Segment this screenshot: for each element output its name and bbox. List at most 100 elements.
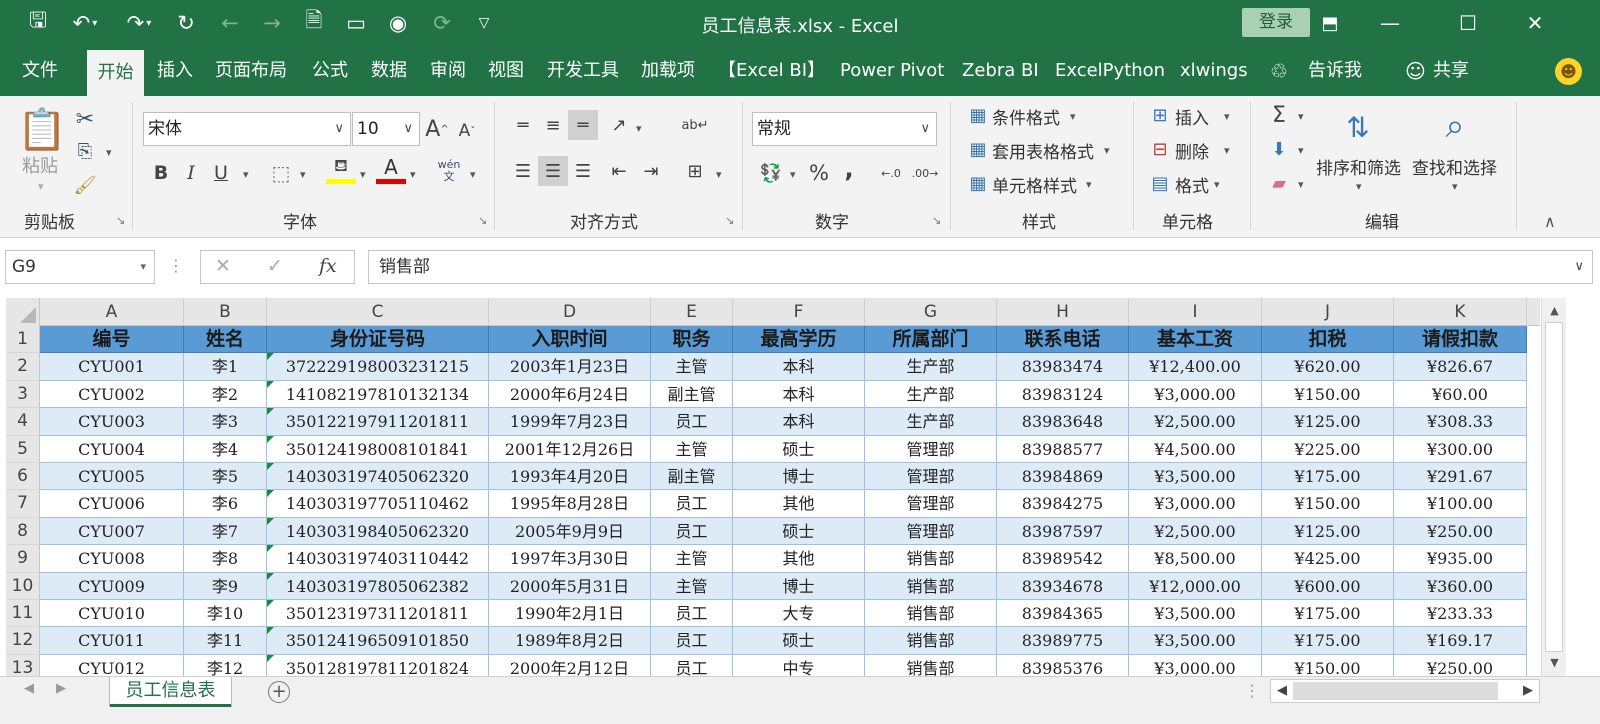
table-cell[interactable]: 李2 [184, 380, 267, 409]
copy-icon[interactable]: ⎘ [70, 136, 100, 166]
table-cell[interactable]: 本科 [733, 408, 865, 436]
select-all-button[interactable] [6, 298, 40, 326]
sort-filter-button[interactable]: 排序和筛选 [1316, 154, 1401, 179]
expand-formula-icon[interactable]: ∨ [1574, 251, 1584, 283]
tab-home[interactable]: 开始 [87, 50, 144, 96]
clear-dropdown-icon[interactable]: ▾ [1298, 178, 1304, 191]
table-cell[interactable]: ¥125.00 [1262, 408, 1394, 436]
table-cell[interactable]: 销售部 [865, 600, 997, 628]
clipboard-launcher-icon[interactable]: ↘ [116, 214, 125, 227]
minimize-icon[interactable]: — [1365, 0, 1415, 46]
row-number[interactable]: 2 [6, 353, 40, 381]
column-header-b[interactable]: B [184, 298, 267, 326]
table-cell[interactable]: 83989775 [997, 627, 1129, 655]
ribbon-display-icon[interactable]: ⬒ [1305, 0, 1355, 46]
table-cell[interactable]: ¥175.00 [1262, 600, 1394, 628]
phonetic-dropdown-icon[interactable]: ▾ [470, 168, 476, 181]
table-cell[interactable]: ¥300.00 [1394, 435, 1527, 463]
row-number[interactable]: 9 [6, 545, 40, 573]
table-cell[interactable]: CYU009 [40, 572, 184, 600]
font-color-icon[interactable]: A [376, 154, 406, 184]
tell-me-search[interactable]: 告诉我 [1308, 46, 1362, 96]
tab-data[interactable]: 数据 [371, 46, 407, 96]
scroll-left-icon[interactable]: ◀ [1277, 683, 1287, 698]
grow-font-icon[interactable]: A ^ [422, 114, 452, 144]
table-cell[interactable]: CYU001 [40, 353, 184, 381]
table-cell[interactable]: 销售部 [865, 572, 997, 600]
tab-xlwings[interactable]: xlwings [1180, 46, 1248, 96]
fill-icon[interactable]: ⬇ [1264, 134, 1294, 164]
table-cell[interactable]: 生产部 [865, 380, 997, 409]
cell-styles-icon[interactable]: ▦ [963, 168, 993, 198]
scroll-right-icon[interactable]: ▶ [1523, 683, 1533, 698]
table-cell[interactable]: 李4 [184, 435, 267, 463]
table-cell[interactable]: ¥826.67 [1394, 353, 1527, 381]
table-cell[interactable]: 140303197403110442 [267, 545, 489, 573]
table-cell[interactable]: 1995年8月28日 [489, 490, 651, 518]
cut-icon[interactable]: ✂ [70, 104, 100, 134]
table-cell[interactable]: 员工 [651, 490, 733, 518]
table-cell[interactable]: 大专 [733, 600, 865, 628]
table-cell[interactable]: CYU002 [40, 380, 184, 409]
copy-dropdown-icon[interactable]: ▾ [106, 146, 112, 159]
autosum-icon[interactable]: Σ [1264, 100, 1294, 130]
table-cell[interactable]: 140303197805062382 [267, 572, 489, 600]
table-cell[interactable]: 其他 [733, 545, 865, 573]
italic-button[interactable]: I [176, 158, 206, 188]
table-cell[interactable]: 本科 [733, 353, 865, 381]
border-dropdown-icon[interactable]: ▾ [300, 168, 306, 181]
table-cell[interactable]: ¥4,500.00 [1129, 435, 1262, 463]
format-cells-icon[interactable]: ▤ [1145, 168, 1175, 198]
table-cell[interactable]: 主管 [651, 435, 733, 463]
autosum-dropdown-icon[interactable]: ▾ [1298, 110, 1304, 123]
search-icon[interactable]: ⌕ [1432, 102, 1478, 150]
table-cell[interactable]: 员工 [651, 627, 733, 655]
table-cell[interactable]: ¥291.67 [1394, 463, 1527, 491]
number-launcher-icon[interactable]: ↘ [932, 214, 941, 227]
table-cell[interactable]: 2000年2月12日 [489, 654, 651, 676]
table-cell[interactable]: ¥360.00 [1394, 572, 1527, 600]
table-cell[interactable]: 李7 [184, 517, 267, 546]
fill-color-icon[interactable]: ⛾ [326, 154, 356, 184]
table-cell[interactable]: ¥169.17 [1394, 627, 1527, 655]
column-title-cell[interactable]: 入职时间 [489, 326, 651, 354]
row-number[interactable]: 10 [6, 572, 40, 600]
insert-cells-icon[interactable]: ⊞ [1145, 100, 1175, 130]
column-title-cell[interactable]: 编号 [40, 326, 184, 354]
row-number[interactable]: 5 [6, 435, 40, 463]
table-cell[interactable]: 2000年5月31日 [489, 572, 651, 600]
table-cell[interactable]: ¥3,500.00 [1129, 627, 1262, 655]
delete-dropdown-icon[interactable]: ▾ [1224, 144, 1230, 157]
lightbulb-icon[interactable]: ♲ [1270, 46, 1288, 96]
bold-button[interactable]: B [146, 158, 176, 188]
add-sheet-button[interactable]: + [268, 681, 290, 703]
conditional-format-button[interactable]: 条件格式 [992, 104, 1060, 129]
table-cell[interactable]: 销售部 [865, 654, 997, 676]
column-header-j[interactable]: J [1262, 298, 1394, 326]
cancel-icon[interactable]: ✕ [215, 255, 231, 277]
table-cell[interactable]: 员工 [651, 654, 733, 676]
table-cell[interactable]: 2001年12月26日 [489, 435, 651, 463]
font-name-select[interactable]: 宋体 ∨ [143, 112, 351, 146]
table-cell[interactable]: 141082197810132134 [267, 380, 489, 409]
number-format-select[interactable]: 常规 ∨ [752, 112, 937, 146]
table-cell[interactable]: ¥600.00 [1262, 572, 1394, 600]
font-launcher-icon[interactable]: ↘ [478, 214, 487, 227]
column-header-f[interactable]: F [733, 298, 865, 326]
tab-developer[interactable]: 开发工具 [547, 46, 619, 96]
conditional-dropdown-icon[interactable]: ▾ [1070, 110, 1076, 123]
row-number[interactable]: 7 [6, 490, 40, 518]
table-cell[interactable]: 1999年7月23日 [489, 408, 651, 436]
table-cell[interactable]: 李11 [184, 627, 267, 655]
table-cell[interactable]: CYU011 [40, 627, 184, 655]
table-cell[interactable]: 李1 [184, 353, 267, 381]
font-size-select[interactable]: 10 ∨ [352, 112, 420, 146]
table-cell[interactable]: CYU003 [40, 408, 184, 436]
maximize-icon[interactable]: ☐ [1443, 0, 1493, 46]
table-cell[interactable]: ¥150.00 [1262, 380, 1394, 409]
table-cell[interactable]: 管理部 [865, 463, 997, 491]
merge-dropdown-icon[interactable]: ▾ [716, 168, 722, 181]
column-header-h[interactable]: H [997, 298, 1129, 326]
table-cell[interactable]: 硕士 [733, 517, 865, 546]
tab-excel-bi[interactable]: 【Excel BI】 [718, 46, 825, 96]
